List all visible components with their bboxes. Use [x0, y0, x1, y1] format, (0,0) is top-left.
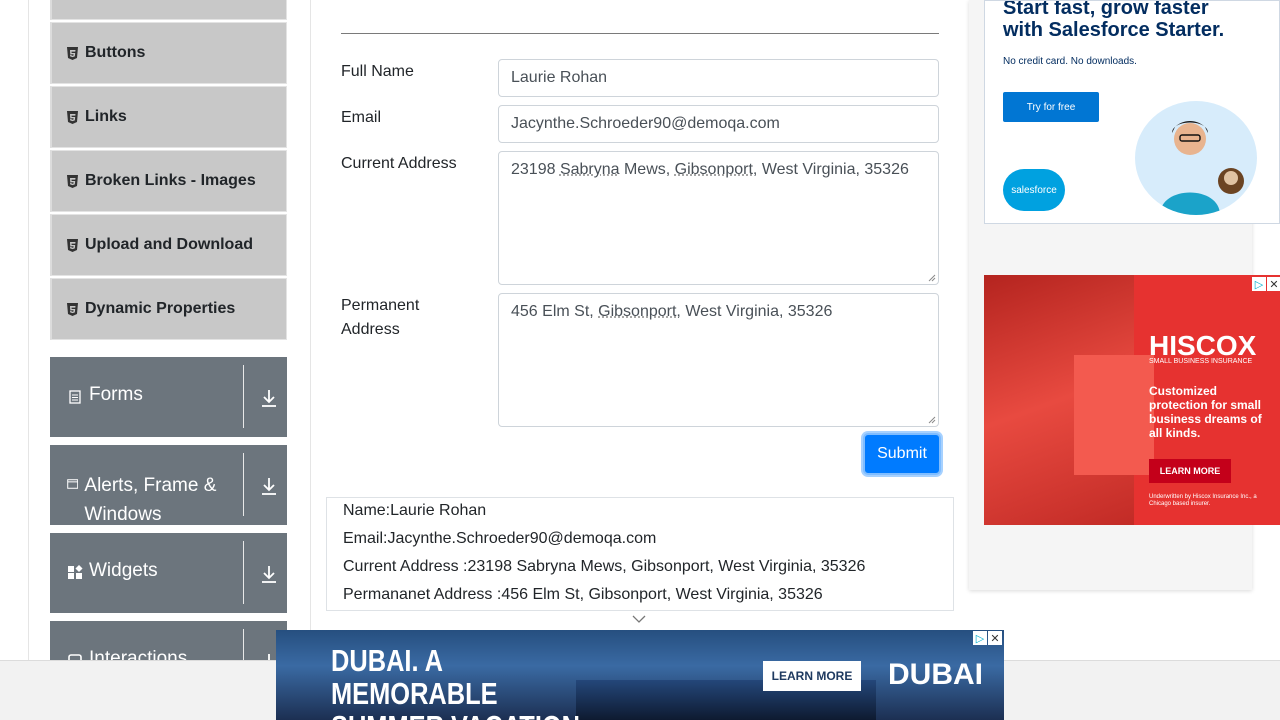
- spellcheck-word: Sabryna: [559, 161, 620, 178]
- ad-disclaimer: Underwritten by Hiscox Insurance Inc., a…: [1149, 494, 1257, 507]
- group-label: Forms: [89, 384, 143, 405]
- close-icon[interactable]: ✕: [988, 631, 1002, 645]
- html5-icon: [66, 110, 78, 124]
- html5-icon: [66, 238, 78, 252]
- divider: [243, 453, 244, 516]
- dubai-ad[interactable]: DUBAI. A MEMORABLE SUMMER VACATION LEARN…: [276, 630, 1004, 720]
- output-box: Name:Laurie Rohan Email:Jacynthe.Schroed…: [326, 497, 954, 611]
- ad-body: Customized protection for small business…: [1149, 384, 1262, 440]
- sidebar-item-label: Buttons: [85, 44, 146, 61]
- adchoices-icon[interactable]: ▷: [1252, 277, 1266, 291]
- sidebar-item-dynamic-properties[interactable]: Dynamic Properties: [50, 278, 287, 340]
- current-address-label: Current Address: [341, 155, 457, 172]
- resize-handle-icon[interactable]: [928, 274, 936, 282]
- output-permanent-address: Permananet Address :456 Elm St, Gibsonpo…: [343, 586, 823, 603]
- sidebar-item-broken-links[interactable]: Broken Links - Images: [50, 150, 287, 212]
- ad-headline: Start fast, grow faster with Salesforce …: [1003, 0, 1225, 41]
- sidebar-border-left: [28, 0, 29, 660]
- download-icon[interactable]: [260, 476, 278, 496]
- permanent-address-textarea[interactable]: 456 Elm St, Gibsonport, West Virginia, 3…: [498, 293, 939, 427]
- group-label: Widgets: [89, 560, 158, 581]
- group-header: Widgets: [67, 560, 158, 582]
- ad-illustration: [1135, 101, 1257, 215]
- text-segment: Mews,: [619, 161, 675, 178]
- html5-icon: [66, 174, 78, 188]
- sidebar-group-widgets[interactable]: Widgets: [50, 533, 287, 613]
- sidebar-item-label: Upload and Download: [85, 236, 253, 253]
- sidebar-item-links[interactable]: Links: [50, 86, 287, 148]
- html5-icon: [66, 46, 78, 60]
- sidebar-border-right: [310, 0, 311, 660]
- page-root: Buttons Links Broken Links - Images Uplo…: [0, 0, 1280, 720]
- widgets-icon: [68, 565, 83, 579]
- divider: [243, 541, 244, 604]
- spellcheck-word: Gibsonport: [674, 161, 753, 178]
- salesforce-ad[interactable]: Start fast, grow faster with Salesforce …: [984, 0, 1280, 224]
- sidebar-item-label: Broken Links - Images: [85, 172, 256, 189]
- text-segment: 456 Elm St,: [511, 303, 599, 320]
- resize-handle-icon[interactable]: [928, 416, 936, 424]
- spellcheck-word: Gibsonport: [598, 303, 677, 320]
- divider: [243, 365, 244, 428]
- close-icon[interactable]: ✕: [1267, 277, 1280, 291]
- sidebar-item-buttons[interactable]: Buttons: [50, 22, 287, 84]
- hiscox-tagline: SMALL BUSINESS INSURANCE: [1149, 358, 1253, 365]
- sidebar-item-upload-download[interactable]: Upload and Download: [50, 214, 287, 276]
- permanent-address-label: Permanent Address: [341, 297, 420, 338]
- current-address-textarea[interactable]: 23198 Sabryna Mews, Gibsonport, West Vir…: [498, 151, 939, 285]
- dubai-logo: DUBAI: [888, 658, 983, 691]
- text-segment: , West Virginia, 35326: [676, 303, 833, 320]
- ad-headline: DUBAI. A MEMORABLE SUMMER VACATION: [331, 643, 580, 720]
- form-top-divider: [341, 33, 939, 34]
- download-icon[interactable]: [260, 564, 278, 584]
- html5-icon: [66, 302, 78, 316]
- full-name-label: Full Name: [341, 63, 414, 80]
- sidebar-item-label: Dynamic Properties: [85, 300, 236, 317]
- group-header: Forms: [67, 384, 143, 406]
- output-email: Email:Jacynthe.Schroeder90@demoqa.com: [343, 530, 657, 547]
- adchoices-icon[interactable]: ▷: [973, 631, 987, 645]
- forms-icon: [69, 390, 81, 404]
- ad-subtext: No credit card. No downloads.: [1003, 56, 1137, 67]
- chevron-down-icon[interactable]: [631, 614, 647, 624]
- text-segment: , West Virginia, 35326: [752, 161, 909, 178]
- output-name: Name:Laurie Rohan: [343, 502, 487, 519]
- sidebar-item-partial[interactable]: [50, 0, 287, 20]
- ad-house-image: [1074, 355, 1154, 475]
- output-current-address: Current Address :23198 Sabryna Mews, Gib…: [343, 558, 866, 575]
- text-segment: 23198: [511, 161, 560, 178]
- full-name-input[interactable]: Laurie Rohan: [498, 59, 939, 97]
- group-header: Alerts, Frame & Windows: [67, 471, 237, 529]
- learn-more-button[interactable]: LEARN MORE: [1149, 459, 1231, 483]
- download-icon[interactable]: [260, 388, 278, 408]
- learn-more-button[interactable]: LEARN MORE: [763, 661, 861, 691]
- sidebar-group-alerts[interactable]: Alerts, Frame & Windows: [50, 445, 287, 525]
- try-free-button[interactable]: Try for free: [1003, 92, 1099, 122]
- window-icon: [67, 479, 79, 489]
- submit-button[interactable]: Submit: [863, 433, 941, 475]
- hiscox-ad[interactable]: HISCOX SMALL BUSINESS INSURANCE Customiz…: [984, 275, 1280, 525]
- salesforce-logo: salesforce: [1003, 169, 1065, 211]
- group-label: Alerts, Frame & Windows: [84, 475, 217, 525]
- sidebar-group-forms[interactable]: Forms: [50, 357, 287, 437]
- sidebar-item-label: Links: [85, 108, 127, 125]
- email-input[interactable]: Jacynthe.Schroeder90@demoqa.com: [498, 105, 939, 143]
- email-label: Email: [341, 109, 382, 126]
